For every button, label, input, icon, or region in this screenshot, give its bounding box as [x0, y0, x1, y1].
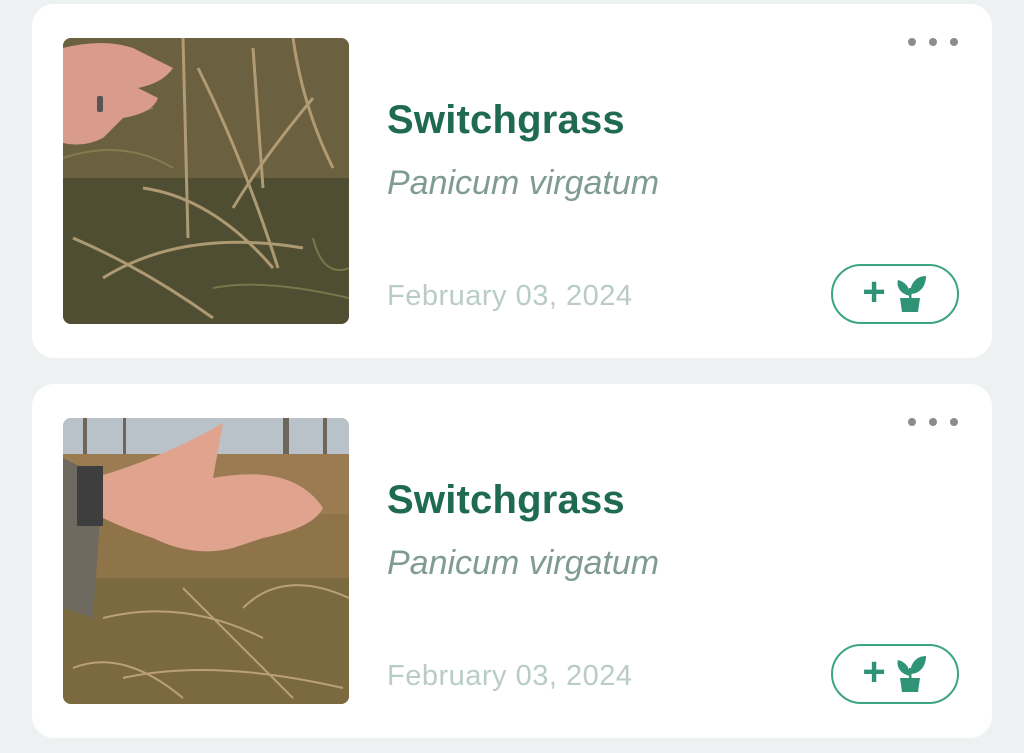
- more-options-button[interactable]: [908, 32, 958, 52]
- scientific-name: Panicum virgatum: [387, 164, 660, 202]
- plus-icon: +: [862, 270, 886, 314]
- add-to-garden-button[interactable]: +: [831, 264, 959, 324]
- more-horizontal-icon: [908, 38, 916, 46]
- observation-date: February 03, 2024: [387, 280, 633, 312]
- plant-photo[interactable]: [63, 38, 349, 324]
- more-options-button[interactable]: [908, 412, 958, 432]
- observation-card[interactable]: Switchgrass Panicum virgatum February 03…: [32, 4, 992, 358]
- plant-photo[interactable]: [63, 418, 349, 704]
- observation-card[interactable]: Switchgrass Panicum virgatum February 03…: [32, 384, 992, 738]
- plant-photo-image: [63, 418, 349, 704]
- potted-plant-icon: [897, 276, 926, 312]
- common-name: Switchgrass: [387, 98, 625, 142]
- potted-plant-icon: [897, 656, 926, 692]
- plant-photo-image: [63, 38, 349, 324]
- observation-date: February 03, 2024: [387, 660, 633, 692]
- plus-icon: +: [862, 650, 886, 694]
- add-to-garden-button[interactable]: +: [831, 644, 959, 704]
- more-horizontal-icon: [908, 418, 916, 426]
- common-name: Switchgrass: [387, 478, 625, 522]
- scientific-name: Panicum virgatum: [387, 544, 660, 582]
- observation-list: Switchgrass Panicum virgatum February 03…: [0, 0, 1024, 753]
